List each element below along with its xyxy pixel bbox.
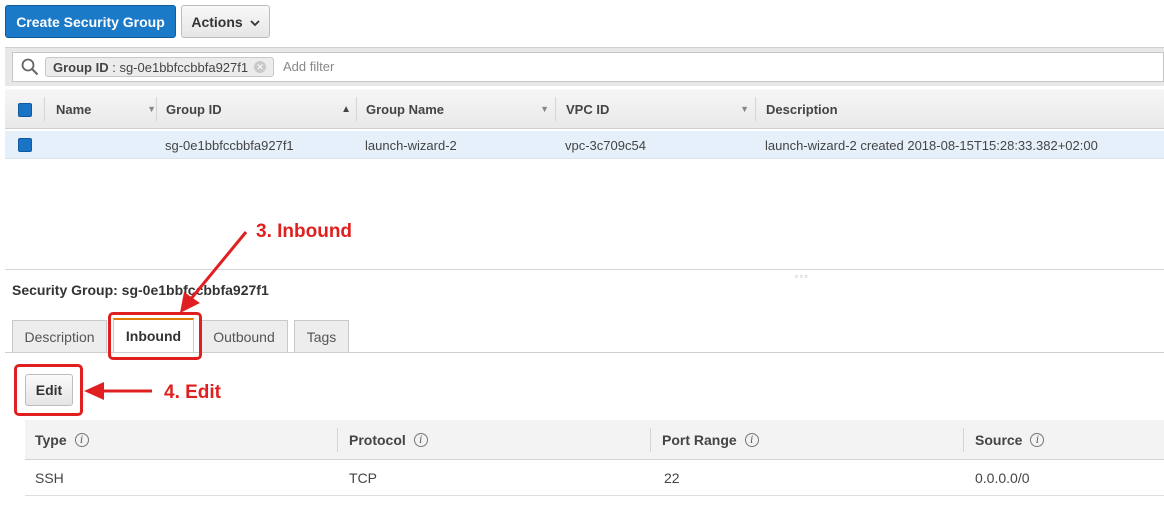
annotation-step-4: 4. Edit xyxy=(164,382,222,403)
annotation-arrows xyxy=(84,231,248,400)
arrow-line-inbound xyxy=(188,231,248,301)
annotation-step-3: 3. Inbound xyxy=(256,221,353,242)
arrow-head-edit xyxy=(84,382,104,400)
arrow-head-inbound xyxy=(180,292,200,313)
